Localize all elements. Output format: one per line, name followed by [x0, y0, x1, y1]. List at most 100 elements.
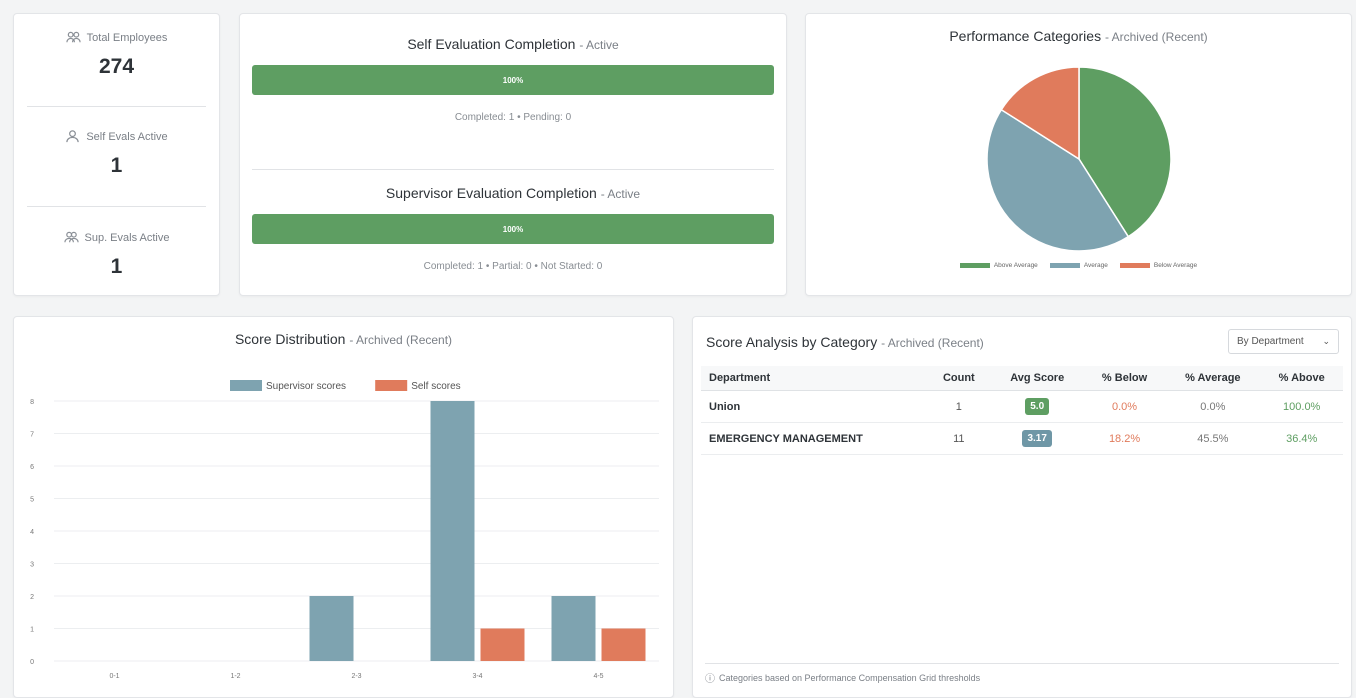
score-distribution-card: Score Distribution - Archived (Recent) S… [13, 316, 674, 698]
table-card-title-text: Score Analysis by Category [706, 334, 878, 350]
table-card-status: - Archived (Recent) [881, 336, 984, 350]
divider [27, 106, 206, 107]
total-employees-label: Total Employees [86, 31, 168, 44]
legend-label: Below Average [1153, 262, 1198, 269]
sup-eval-meta: Completed: 1 • Partial: 0 • Not Started:… [423, 261, 603, 272]
bar-card-title: Score Distribution - Archived (Recent) [14, 331, 673, 347]
self-evals-stat: Self Evals Active 1 [14, 129, 219, 178]
legend-swatch [1049, 263, 1080, 268]
pie-legend-item[interactable]: Above Average [959, 262, 1038, 269]
group-by-select[interactable]: By Department ⌄ [1228, 329, 1339, 354]
sup-evals-value: 1 [110, 255, 123, 278]
table-header-row: Department Count Avg Score% Below% Average… [701, 366, 1343, 391]
legend-label: Above Average [993, 262, 1038, 269]
table-cell: 0.0% [1165, 390, 1261, 423]
y-tick-label: 8 [30, 399, 34, 406]
bar-self-4-5 [601, 628, 646, 661]
y-tick-label: 5 [30, 497, 34, 504]
pie-card-title: Performance Categories - Archived (Recen… [806, 28, 1351, 44]
table-row[interactable]: Union 1 5.0 0.0% 0.0% 100.0% [701, 390, 1343, 423]
self-eval-title: Self Evaluation Completion - Active [240, 36, 786, 52]
legend-swatch [1119, 263, 1150, 268]
completion-card: Self Evaluation Completion - Active 100%… [239, 13, 787, 296]
x-tick-label: 2-3 [351, 673, 361, 680]
footnote: ⓘ Categories based on Performance Compen… [705, 670, 981, 686]
column-header[interactable]: Avg Score [990, 366, 1084, 391]
group-by-select-value: By Department [1237, 336, 1304, 347]
info-icon: ⓘ [705, 674, 715, 685]
table-cell: 3.17 [990, 422, 1084, 455]
column-header[interactable]: % Average [1165, 366, 1261, 391]
sup-evals-label: Sup. Evals Active [84, 231, 170, 244]
sup-eval-status: - Active [600, 187, 641, 201]
self-eval-progress-bar: 100% [252, 65, 774, 95]
x-tick-label: 3-4 [472, 673, 482, 680]
y-tick-label: 1 [30, 627, 34, 634]
y-tick-label: 2 [30, 594, 34, 601]
bar-supervisor-2-3 [309, 596, 354, 661]
x-tick-label: 4-5 [593, 673, 603, 680]
score-distribution-chart: Supervisor scores Self scores 0 1 2 3 4 5 6 7 8 0-1… [30, 380, 659, 680]
table-cell: 0.0% [1083, 390, 1166, 423]
self-evals-label: Self Evals Active [86, 130, 168, 143]
bar-self-3-4 [480, 628, 525, 661]
table-cell: 11 [927, 422, 991, 455]
y-tick-label: 3 [30, 562, 34, 569]
y-tick-label: 4 [30, 529, 34, 536]
table-cell: 100.0% [1260, 390, 1343, 423]
performance-pie-chart [986, 66, 1172, 252]
column-header[interactable]: Department [701, 366, 928, 391]
pie-legend: Above Average Average Below Average [806, 262, 1351, 269]
pie-card-status: - Archived (Recent) [1104, 30, 1208, 44]
user-group-icon [63, 231, 79, 243]
column-header[interactable]: % Below [1083, 366, 1166, 391]
bar-card-status: - Archived (Recent) [349, 333, 453, 347]
column-header[interactable]: % Above [1260, 366, 1343, 391]
performance-categories-card: Performance Categories - Archived (Recen… [805, 13, 1352, 296]
divider [252, 169, 774, 170]
avg-score-badge: 3.17 [1022, 430, 1052, 447]
users-icon [65, 31, 81, 43]
table-cell: 1 [927, 390, 991, 423]
sup-evals-stat: Sup. Evals Active 1 [14, 230, 219, 279]
legend-swatch [959, 263, 990, 268]
table-cell: 45.5% [1165, 422, 1261, 455]
sup-eval-title: Supervisor Evaluation Completion - Activ… [240, 185, 786, 201]
table-card-title: Score Analysis by Category - Archived (R… [706, 334, 984, 350]
bar-supervisor-3-4 [430, 401, 475, 661]
table-cell: EMERGENCY MANAGEMENT [701, 422, 928, 455]
divider [27, 206, 206, 207]
score-analysis-table-wrap: Department Count Avg Score% Below% Average… [701, 366, 1343, 455]
score-analysis-table: Department Count Avg Score% Below% Average… [701, 366, 1343, 455]
sup-eval-progress-fill: 100% [252, 214, 774, 244]
x-tick-label: 0-1 [109, 673, 119, 680]
table-row[interactable]: EMERGENCY MANAGEMENT 11 3.17 18.2% 45.5% 36.4… [701, 422, 1343, 455]
legend-swatch [375, 380, 408, 391]
self-eval-title-text: Self Evaluation Completion [407, 36, 576, 52]
self-eval-status: - Active [579, 38, 619, 52]
legend-swatch [230, 380, 262, 391]
avg-score-badge: 5.0 [1025, 398, 1050, 415]
self-evals-value: 1 [110, 154, 123, 177]
bar-card-title-text: Score Distribution [234, 331, 346, 347]
self-eval-meta: Completed: 1 • Pending: 0 [454, 112, 572, 123]
pie-card-title-text: Performance Categories [949, 28, 1102, 44]
table-cell: Union [701, 390, 928, 423]
y-tick-label: 7 [30, 432, 34, 439]
total-employees-stat: Total Employees 274 [14, 30, 219, 79]
user-icon [66, 130, 80, 143]
table-cell: 36.4% [1260, 422, 1343, 455]
chevron-down-icon: ⌄ [1322, 336, 1330, 346]
pie-legend-item[interactable]: Below Average [1119, 262, 1198, 269]
legend-label: Average [1083, 262, 1108, 269]
sup-eval-title-text: Supervisor Evaluation Completion [385, 185, 597, 201]
column-header[interactable]: Count [927, 366, 991, 391]
pie-legend-item[interactable]: Average [1049, 262, 1108, 269]
score-analysis-card: Score Analysis by Category - Archived (R… [692, 316, 1352, 698]
x-tick-label: 1-2 [230, 673, 240, 680]
bar-supervisor-4-5 [551, 596, 596, 661]
footnote-text: Categories based on Performance Compensa… [719, 672, 981, 683]
bar-legend-label: Self scores [411, 381, 460, 392]
bar-legend-label: Supervisor scores [266, 381, 346, 392]
table-body: Union 1 5.0 0.0% 0.0% 100.0% EMERGENCY MANAGEM… [701, 390, 1343, 455]
